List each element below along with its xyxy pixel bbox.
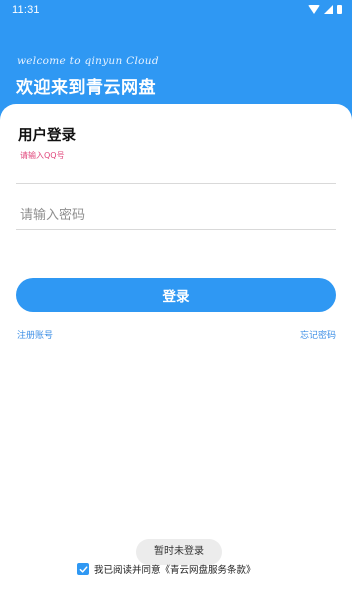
status-bar: 11:31 bbox=[0, 0, 352, 20]
register-link[interactable]: 注册账号 bbox=[17, 328, 53, 341]
status-time: 11:31 bbox=[12, 4, 40, 16]
welcome-subtitle: welcome to qinyun Cloud bbox=[17, 55, 159, 67]
agreement-text[interactable]: 我已阅读并同意《青云网盘服务条款》 bbox=[94, 562, 256, 576]
checkmark-icon bbox=[79, 565, 87, 573]
password-input[interactable] bbox=[16, 200, 336, 230]
forgot-password-link[interactable]: 忘记密码 bbox=[300, 328, 336, 341]
login-button[interactable]: 登录 bbox=[16, 278, 336, 312]
login-screen: 11:31 welcome to qinyun Cloud 欢迎来到青云网盘 用… bbox=[0, 0, 352, 592]
welcome-title: 欢迎来到青云网盘 bbox=[16, 78, 156, 98]
status-icons bbox=[308, 5, 342, 14]
signal-icon bbox=[324, 5, 333, 14]
login-title: 用户登录 bbox=[18, 128, 76, 144]
qq-field-label: 请输入QQ号 bbox=[20, 151, 65, 160]
agreement-checkbox[interactable] bbox=[77, 563, 89, 575]
battery-icon bbox=[337, 5, 342, 14]
agreement-row: 我已阅读并同意《青云网盘服务条款》 bbox=[77, 562, 256, 576]
wifi-icon bbox=[308, 5, 320, 14]
login-card: 用户登录 请输入QQ号 登录 注册账号 忘记密码 bbox=[0, 104, 352, 592]
qq-number-input[interactable] bbox=[16, 162, 336, 184]
